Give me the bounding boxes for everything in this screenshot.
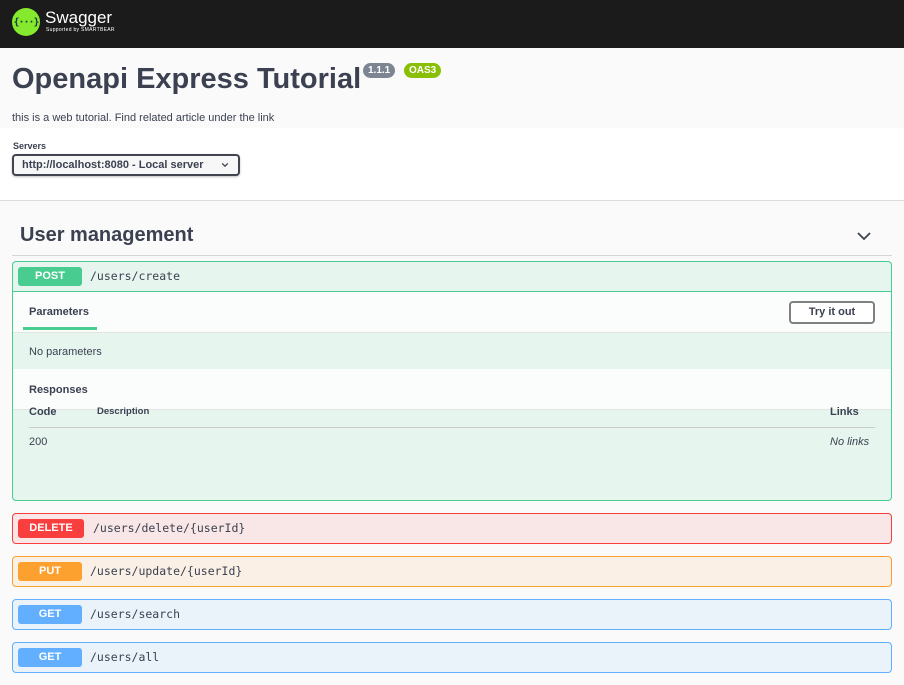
responses-title: Responses [29, 384, 88, 396]
version-badge: 1.1.1 [363, 63, 396, 78]
operation-path: /users/create [90, 269, 181, 283]
logo-text: Swagger Supported by SMARTBEAR [45, 8, 115, 34]
column-header-links: Links [830, 406, 859, 418]
tab-underline [23, 327, 97, 330]
page-title: Openapi Express Tutorial [12, 63, 362, 95]
response-code: 200 [29, 436, 48, 448]
operation-path: /users/search [90, 607, 181, 621]
operation-get-users-all[interactable]: GET /users/all [12, 642, 892, 673]
logo-name: Swagger [45, 8, 113, 27]
method-badge: GET [18, 605, 82, 624]
chevron-down-icon [221, 162, 229, 168]
method-badge: GET [18, 648, 82, 667]
method-badge: DELETE [18, 519, 84, 538]
responses-header: Responses [13, 369, 891, 410]
divider [29, 427, 875, 428]
method-badge: POST [18, 267, 82, 286]
oas-badge: OAS3 [404, 63, 442, 78]
swagger-logo-icon: {···} [12, 8, 40, 36]
operation-path: /users/update/{userId} [90, 564, 243, 578]
servers-label: Servers [13, 141, 47, 151]
operation-path: /users/delete/{userId} [93, 521, 246, 535]
operation-get-users-search[interactable]: GET /users/search [12, 599, 892, 630]
operation-path: /users/all [90, 650, 160, 664]
method-badge: PUT [18, 562, 82, 581]
operation-body: Parameters Try it out No parameters Resp… [13, 291, 891, 500]
servers-selected-value: http://localhost:8080 - Local server [22, 159, 204, 171]
api-description: this is a web tutorial. Find related art… [12, 112, 275, 124]
swagger-logo[interactable]: {···} Swagger Supported by SMARTBEAR [12, 8, 115, 36]
no-parameters-text: No parameters [29, 346, 102, 358]
operation-summary[interactable]: POST /users/create [13, 262, 891, 291]
column-header-code: Code [29, 406, 57, 418]
tab-parameters[interactable]: Parameters [29, 306, 89, 318]
tag-title: User management [20, 224, 194, 246]
tag-header-user-management[interactable]: User management [12, 218, 892, 256]
response-links: No links [830, 436, 870, 448]
topbar: {···} Swagger Supported by SMARTBEAR [0, 0, 904, 48]
operation-delete-users-delete[interactable]: DELETE /users/delete/{userId} [12, 513, 892, 544]
try-it-out-button[interactable]: Try it out [789, 301, 875, 324]
chevron-down-icon[interactable] [856, 228, 872, 244]
operation-post-users-create: POST /users/create Parameters Try it out… [12, 261, 892, 501]
column-header-description: Description [97, 406, 150, 417]
parameters-header: Parameters Try it out [13, 292, 891, 333]
logo-subtitle: Supported by SMARTBEAR [46, 27, 115, 33]
servers-select[interactable]: http://localhost:8080 - Local server [12, 154, 240, 176]
operation-put-users-update[interactable]: PUT /users/update/{userId} [12, 556, 892, 587]
